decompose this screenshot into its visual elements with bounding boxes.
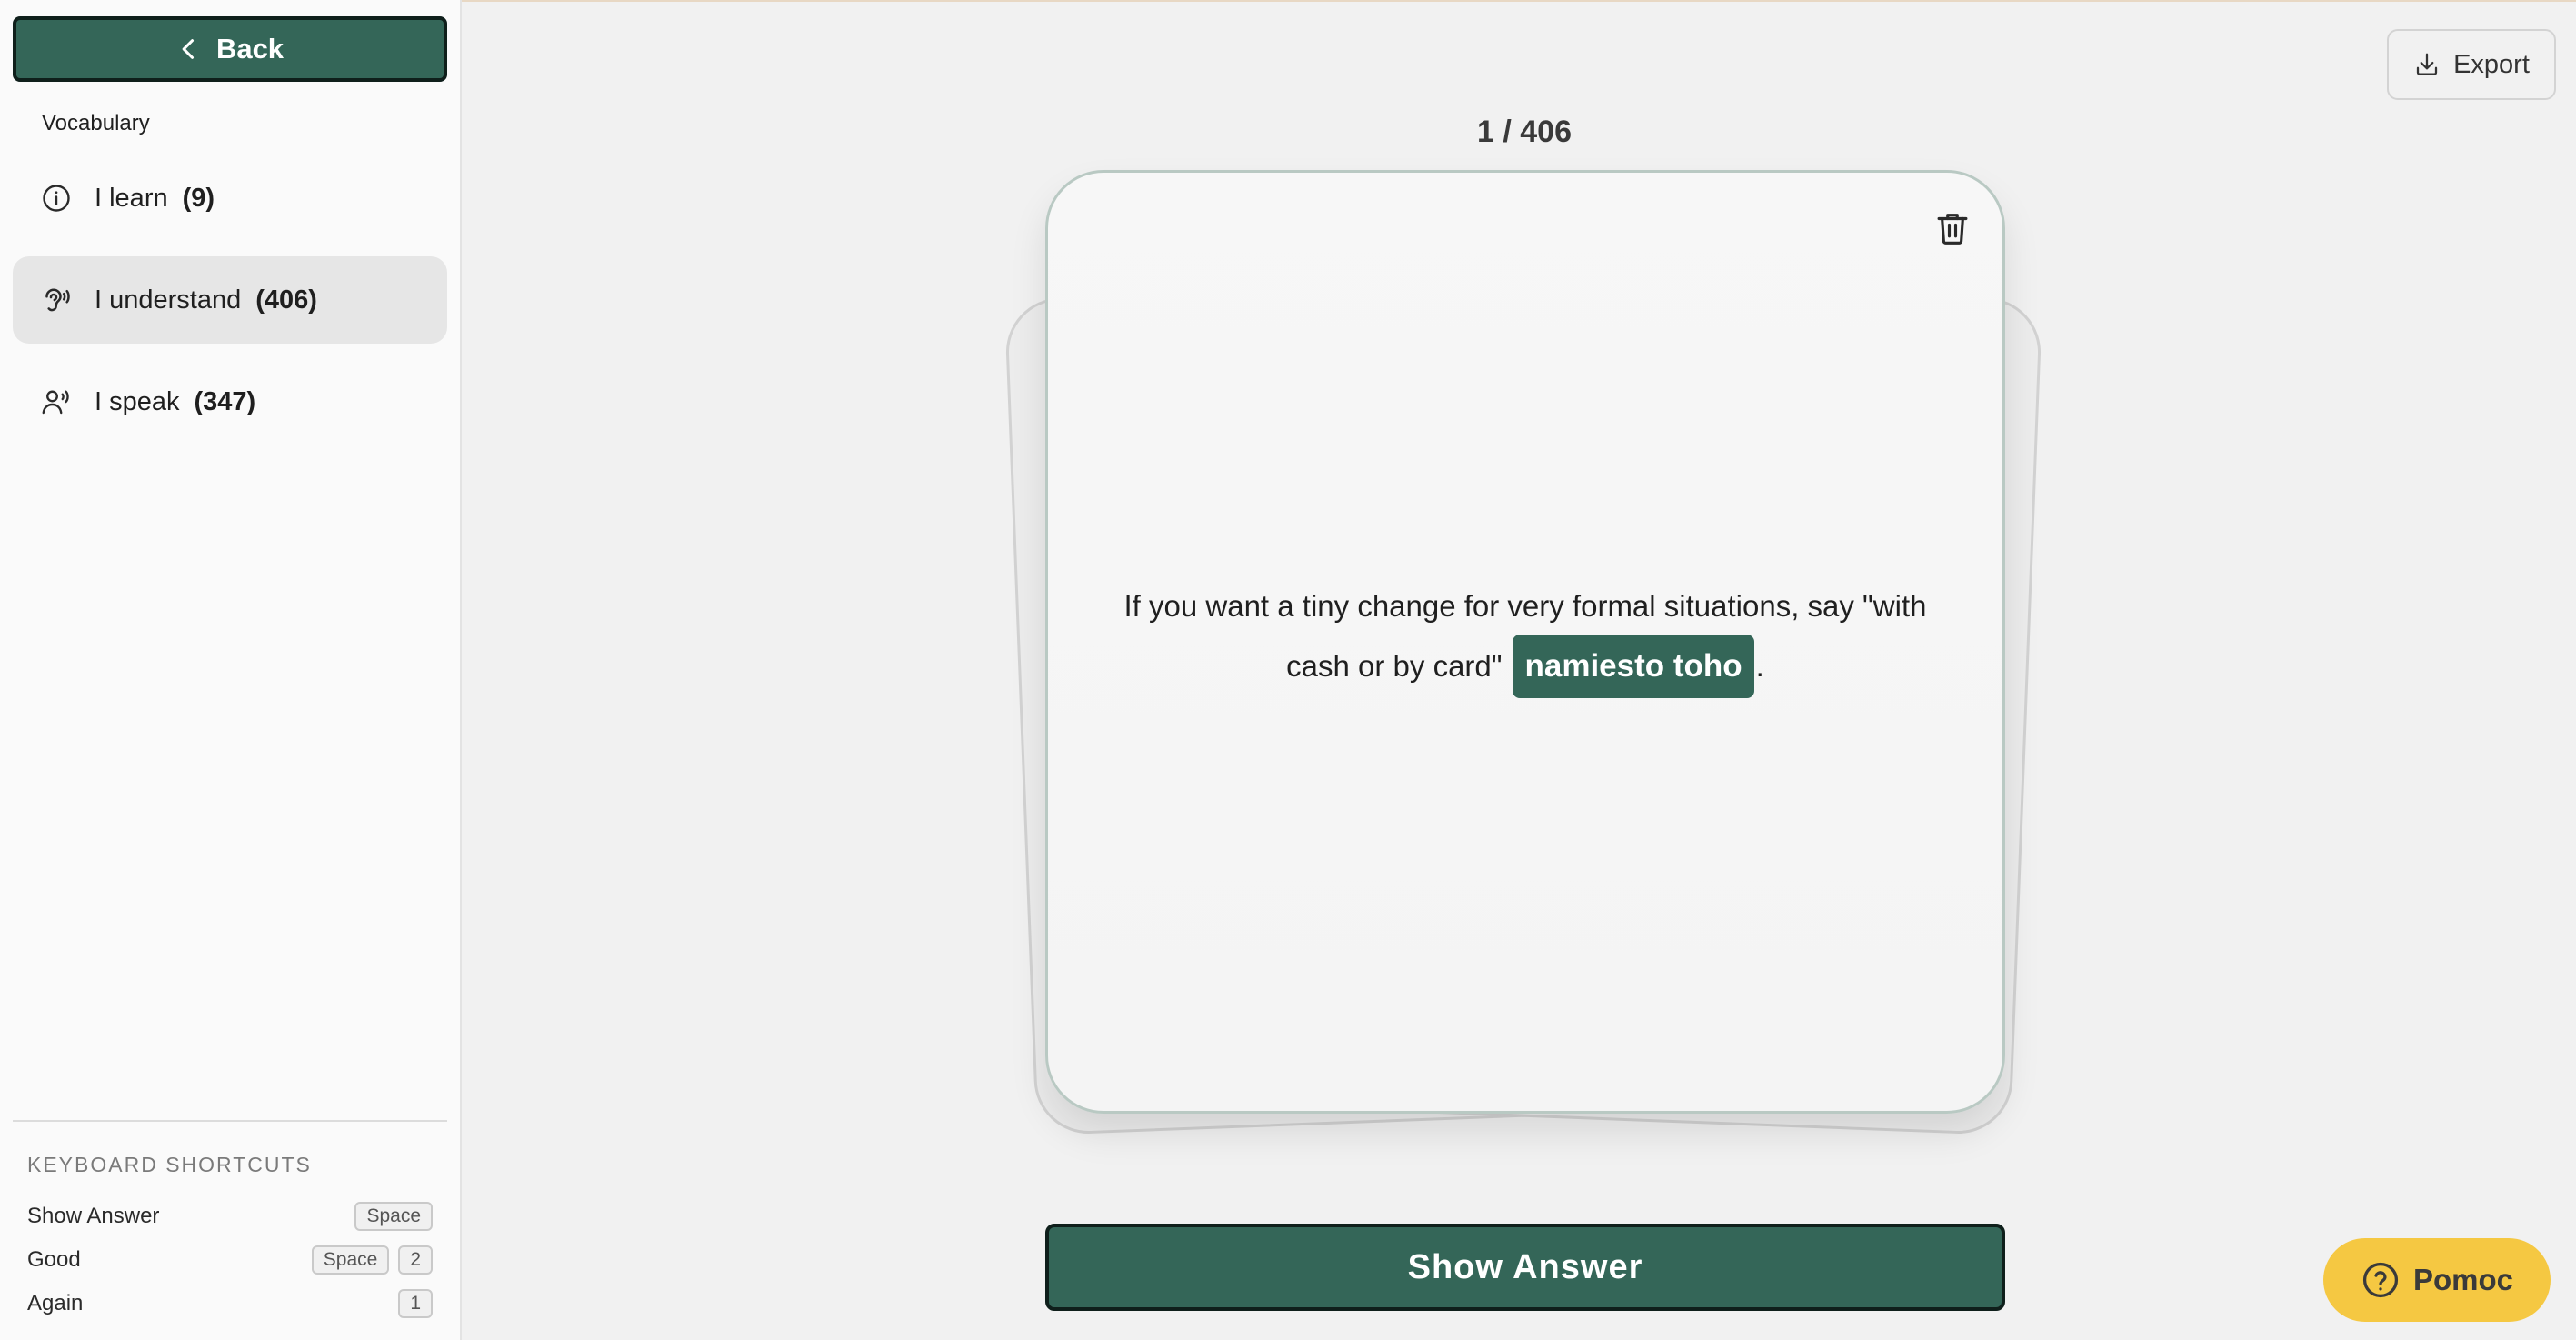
export-button[interactable]: Export	[2387, 29, 2556, 100]
sidebar-item-i-speak[interactable]: I speak (347)	[13, 358, 447, 445]
speaking-person-icon	[40, 385, 73, 418]
download-icon	[2413, 51, 2441, 78]
keyboard-shortcuts-title: KEYBOARD SHORTCUTS	[27, 1153, 312, 1176]
trash-icon[interactable]	[1933, 209, 1972, 247]
section-label-vocabulary: Vocabulary	[42, 111, 150, 135]
help-button[interactable]: Pomoc	[2323, 1238, 2551, 1322]
sidebar-item-label: I learn	[95, 183, 168, 213]
key-badge: 1	[398, 1289, 433, 1318]
question-circle-icon	[2361, 1260, 2401, 1300]
back-button[interactable]: Back	[13, 16, 447, 82]
shortcut-label: Good	[27, 1247, 81, 1272]
back-button-label: Back	[215, 33, 285, 65]
shortcut-label: Show Answer	[27, 1204, 160, 1228]
show-answer-button[interactable]: Show Answer	[1045, 1224, 2005, 1311]
key-badge: 2	[398, 1245, 433, 1275]
sidebar-item-i-understand[interactable]: I understand (406)	[13, 256, 447, 344]
shortcut-row-show-answer: Show Answer Space	[27, 1200, 433, 1233]
info-icon	[40, 182, 73, 215]
sidebar-item-label: I understand	[95, 285, 242, 315]
ear-icon	[40, 284, 73, 316]
card-prompt: If you want a tiny change for very forma…	[1103, 578, 1948, 698]
shortcut-keys: Space 2	[311, 1245, 433, 1275]
sidebar-item-i-learn[interactable]: I learn (9)	[13, 155, 447, 242]
sidebar-item-count: (347)	[194, 386, 256, 416]
card-counter: 1 / 406	[1477, 115, 1572, 149]
chevron-left-icon	[176, 36, 202, 62]
shortcut-keys: 1	[398, 1289, 433, 1318]
sidebar-item-label: I speak	[95, 386, 180, 416]
flashcard[interactable]: If you want a tiny change for very forma…	[1045, 170, 2005, 1114]
key-badge: Space	[311, 1245, 390, 1275]
shortcut-keys: Space	[354, 1202, 433, 1231]
shortcut-row-good: Good Space 2	[27, 1244, 433, 1276]
sidebar-divider	[13, 1120, 447, 1122]
export-button-label: Export	[2453, 49, 2530, 79]
shortcut-row-again: Again 1	[27, 1287, 433, 1320]
sidebar-item-count: (9)	[182, 183, 215, 213]
sidebar-item-count: (406)	[255, 285, 317, 315]
card-prompt-end: .	[1755, 649, 1764, 683]
sidebar: Back Vocabulary I learn (9) I understand…	[0, 0, 462, 1340]
help-button-label: Pomoc	[2412, 1263, 2514, 1296]
highlighted-phrase: namiesto toho	[1513, 635, 1754, 698]
shortcut-label: Again	[27, 1291, 84, 1315]
key-badge: Space	[354, 1202, 433, 1231]
